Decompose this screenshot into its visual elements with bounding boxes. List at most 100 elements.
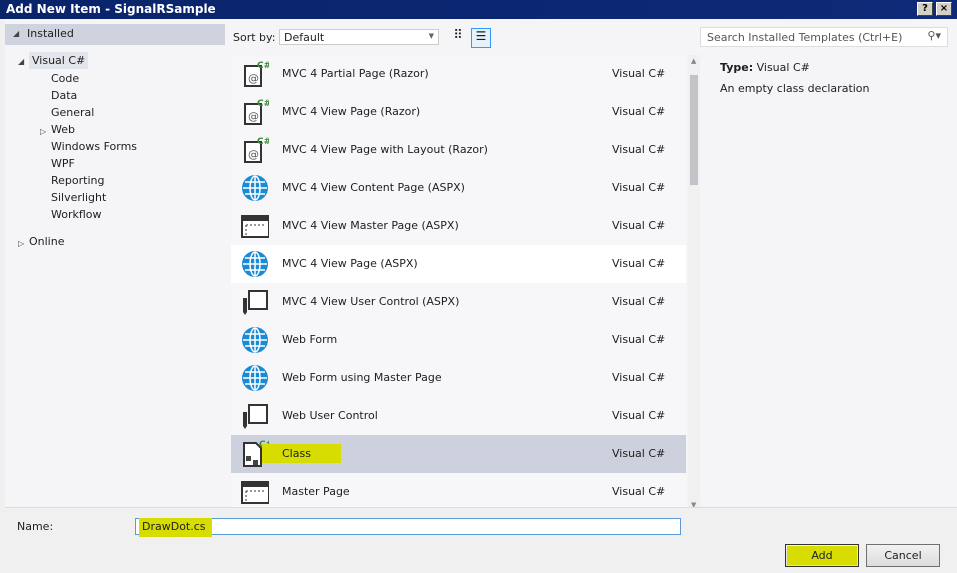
template-name: MVC 4 View Master Page (ASPX) (282, 219, 459, 232)
title-bar: Add New Item - SignalRSample (0, 0, 957, 19)
template-row[interactable]: C#ClassVisual C# (231, 435, 686, 473)
template-name: MVC 4 View Page with Layout (Razor) (282, 143, 488, 156)
template-name: Class (262, 444, 341, 463)
details-panel: Search Installed Templates (Ctrl+E) ⚲▾ Ty… (700, 19, 957, 507)
collapsed-icon: ▷ (40, 127, 47, 136)
control-icon (241, 288, 269, 316)
template-language: Visual C# (612, 333, 666, 346)
globe-icon (241, 174, 269, 202)
tree-item-reporting[interactable]: Reporting (51, 174, 104, 187)
template-language: Visual C# (612, 409, 666, 422)
template-name: Web Form using Master Page (282, 371, 442, 384)
close-button[interactable]: × (936, 2, 952, 16)
small-icons-view-button[interactable]: ⠿ (448, 28, 468, 48)
type-value: Visual C# (756, 61, 810, 74)
svg-text:@: @ (248, 72, 259, 85)
scroll-up-icon[interactable]: ▲ (691, 57, 696, 65)
template-row[interactable]: Master Page Visual C# (231, 473, 686, 511)
master-icon (241, 478, 270, 506)
add-new-item-dialog: ◢ Installed ◢ Visual C# Code Data General We… (5, 19, 957, 573)
name-value: DrawDot.cs (139, 518, 212, 537)
globe-icon (241, 326, 269, 354)
template-language: Visual C# (612, 105, 666, 118)
sort-dropdown[interactable]: Default ▼ (279, 29, 439, 45)
expanded-icon: ◢ (18, 57, 25, 66)
svg-text:C#: C# (257, 137, 269, 147)
template-language: Visual C# (612, 219, 666, 232)
template-row[interactable]: MVC 4 View Master Page (ASPX) Visual C# (231, 207, 686, 245)
svg-text:@: @ (248, 148, 259, 161)
sort-value: Default (284, 31, 325, 44)
scroll-thumb[interactable] (690, 75, 698, 185)
tree-item-general[interactable]: General (51, 106, 94, 119)
description: An empty class declaration (720, 82, 870, 95)
razor-icon: @C# (241, 136, 271, 164)
tree-item-code[interactable]: Code (51, 72, 79, 85)
template-row[interactable]: @C# MVC 4 Partial Page (Razor) Visual C# (231, 55, 686, 93)
tree-item-data[interactable]: Data (51, 89, 77, 102)
add-button[interactable]: Add (785, 544, 859, 567)
list-view-button[interactable]: ☰ (471, 28, 491, 48)
window-title: Add New Item - SignalRSample (6, 2, 216, 16)
template-name: MVC 4 Partial Page (Razor) (282, 67, 429, 80)
search-input[interactable]: Search Installed Templates (Ctrl+E) ⚲▾ (700, 27, 948, 47)
chevron-down-icon: ▼ (428, 32, 434, 40)
template-row[interactable]: @C# MVC 4 View Page (Razor) Visual C# (231, 93, 686, 131)
template-language: Visual C# (612, 295, 666, 308)
bottom-bar: Name: DrawDot.cs Add Cancel (5, 507, 957, 573)
expanded-icon: ◢ (13, 29, 20, 38)
template-row[interactable]: MVC 4 View Page (ASPX) Visual C# (231, 245, 686, 283)
svg-text:@: @ (248, 110, 259, 123)
tree-item-installed[interactable]: ◢ Installed (5, 24, 225, 45)
name-label: Name: (17, 520, 54, 533)
scrollbar[interactable]: ▲ ▼ (688, 55, 700, 511)
template-language: Visual C# (612, 67, 666, 80)
svg-text:C#: C# (257, 61, 269, 71)
template-language: Visual C# (612, 181, 666, 194)
template-list: @C#MVC 4 Partial Page (Razor)Visual C#@C… (231, 55, 686, 511)
search-icon[interactable]: ⚲▾ (927, 29, 941, 42)
cancel-button[interactable]: Cancel (866, 544, 940, 567)
type-label: Type: (720, 61, 754, 74)
name-field[interactable]: DrawDot.cs (135, 518, 681, 537)
template-name: MVC 4 View Page (Razor) (282, 105, 421, 118)
template-row[interactable]: MVC 4 View User Control (ASPX) Visual C# (231, 283, 686, 321)
template-name: MVC 4 View Page (ASPX) (282, 257, 418, 270)
template-name: Web Form (282, 333, 338, 346)
template-row[interactable]: MVC 4 View Content Page (ASPX) Visual C# (231, 169, 686, 207)
template-name: MVC 4 View Content Page (ASPX) (282, 181, 465, 194)
tree-item-online[interactable]: Online (29, 235, 64, 248)
globe-icon (241, 250, 269, 278)
control-icon (241, 402, 269, 430)
tree-item-silverlight[interactable]: Silverlight (51, 191, 106, 204)
help-button[interactable]: ? (917, 2, 933, 16)
razor-icon: @C# (241, 98, 271, 126)
razor-icon: @C# (241, 60, 271, 88)
template-row[interactable]: Web Form Visual C# (231, 321, 686, 359)
template-language: Visual C# (612, 257, 666, 270)
tree-item-visual-csharp[interactable]: Visual C# (29, 52, 89, 69)
template-name: Master Page (282, 485, 350, 498)
template-row[interactable]: Web Form using Master Page Visual C# (231, 359, 686, 397)
template-name: MVC 4 View User Control (ASPX) (282, 295, 460, 308)
svg-text:C#: C# (257, 99, 269, 109)
add-label: Add (787, 546, 857, 565)
search-placeholder: Search Installed Templates (Ctrl+E) (707, 31, 903, 44)
installed-label: Installed (27, 27, 74, 40)
template-name: Web User Control (282, 409, 378, 422)
collapsed-icon: ▷ (18, 239, 25, 248)
tree-item-wpf[interactable]: WPF (51, 157, 75, 170)
template-language: Visual C# (612, 447, 666, 460)
template-language: Visual C# (612, 371, 666, 384)
tree-item-windows-forms[interactable]: Windows Forms (51, 140, 137, 153)
tree-item-web[interactable]: Web (51, 123, 75, 136)
template-row[interactable]: Web User Control Visual C# (231, 397, 686, 435)
template-list-panel: Sort by: Default▼ ⠿ ☰ @C#MVC 4 Partial P… (231, 19, 701, 511)
sort-label: Sort by: (233, 31, 276, 44)
template-row[interactable]: @C# MVC 4 View Page with Layout (Razor) Vi… (231, 131, 686, 169)
tree-item-workflow[interactable]: Workflow (51, 208, 102, 221)
globe-icon (241, 364, 269, 392)
template-language: Visual C# (612, 143, 666, 156)
template-tree: ◢ Installed ◢ Visual C# Code Data General We… (5, 19, 225, 507)
master-icon (241, 212, 270, 240)
